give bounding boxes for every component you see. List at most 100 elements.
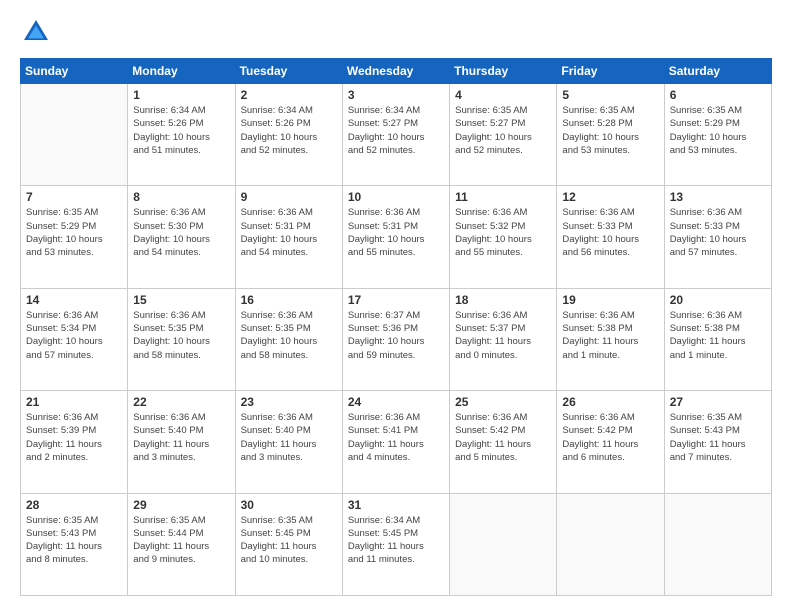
day-number: 19 <box>562 293 658 307</box>
day-number: 14 <box>26 293 122 307</box>
header-cell-sunday: Sunday <box>21 59 128 84</box>
day-info: Sunrise: 6:36 AM Sunset: 5:40 PM Dayligh… <box>241 411 337 464</box>
calendar-cell <box>664 493 771 595</box>
day-info: Sunrise: 6:34 AM Sunset: 5:45 PM Dayligh… <box>348 514 444 567</box>
calendar-cell <box>450 493 557 595</box>
logo <box>20 16 56 48</box>
calendar-cell: 5 Sunrise: 6:35 AM Sunset: 5:28 PM Daylig… <box>557 84 664 186</box>
calendar-cell: 10 Sunrise: 6:36 AM Sunset: 5:31 PM Dayli… <box>342 186 449 288</box>
calendar-cell: 13 Sunrise: 6:36 AM Sunset: 5:33 PM Dayli… <box>664 186 771 288</box>
header-cell-saturday: Saturday <box>664 59 771 84</box>
day-number: 2 <box>241 88 337 102</box>
week-row-4: 21 Sunrise: 6:36 AM Sunset: 5:39 PM Dayli… <box>21 391 772 493</box>
day-number: 9 <box>241 190 337 204</box>
day-info: Sunrise: 6:36 AM Sunset: 5:42 PM Dayligh… <box>455 411 551 464</box>
day-number: 26 <box>562 395 658 409</box>
calendar-cell: 15Sunrise: 6:36 AM Sunset: 5:35 PM Dayli… <box>128 288 235 390</box>
calendar: SundayMondayTuesdayWednesdayThursdayFrid… <box>20 58 772 596</box>
day-number: 20 <box>670 293 766 307</box>
day-info: Sunrise: 6:36 AM Sunset: 5:32 PM Dayligh… <box>455 206 551 259</box>
week-row-1: 1Sunrise: 6:34 AM Sunset: 5:26 PM Daylig… <box>21 84 772 186</box>
day-number: 30 <box>241 498 337 512</box>
header <box>20 16 772 48</box>
day-info: Sunrise: 6:37 AM Sunset: 5:36 PM Dayligh… <box>348 309 444 362</box>
day-info: Sunrise: 6:36 AM Sunset: 5:42 PM Dayligh… <box>562 411 658 464</box>
calendar-cell: 2Sunrise: 6:34 AM Sunset: 5:26 PM Daylig… <box>235 84 342 186</box>
day-number: 12 <box>562 190 658 204</box>
day-info: Sunrise: 6:36 AM Sunset: 5:31 PM Dayligh… <box>348 206 444 259</box>
calendar-cell: 21 Sunrise: 6:36 AM Sunset: 5:39 PM Dayli… <box>21 391 128 493</box>
day-info: Sunrise: 6:36 AM Sunset: 5:38 PM Dayligh… <box>670 309 766 362</box>
day-info: Sunrise: 6:35 AM Sunset: 5:43 PM Dayligh… <box>670 411 766 464</box>
calendar-cell: 30 Sunrise: 6:35 AM Sunset: 5:45 PM Dayli… <box>235 493 342 595</box>
page: SundayMondayTuesdayWednesdayThursdayFrid… <box>0 0 792 612</box>
day-number: 27 <box>670 395 766 409</box>
day-info: Sunrise: 6:36 AM Sunset: 5:41 PM Dayligh… <box>348 411 444 464</box>
calendar-cell: 1Sunrise: 6:34 AM Sunset: 5:26 PM Daylig… <box>128 84 235 186</box>
calendar-cell: 19 Sunrise: 6:36 AM Sunset: 5:38 PM Dayli… <box>557 288 664 390</box>
day-number: 29 <box>133 498 229 512</box>
day-info: Sunrise: 6:36 AM Sunset: 5:33 PM Dayligh… <box>670 206 766 259</box>
header-cell-monday: Monday <box>128 59 235 84</box>
header-cell-thursday: Thursday <box>450 59 557 84</box>
day-number: 23 <box>241 395 337 409</box>
calendar-cell: 24Sunrise: 6:36 AM Sunset: 5:41 PM Dayli… <box>342 391 449 493</box>
calendar-cell: 7 Sunrise: 6:35 AM Sunset: 5:29 PM Daylig… <box>21 186 128 288</box>
calendar-cell: 29 Sunrise: 6:35 AM Sunset: 5:44 PM Dayli… <box>128 493 235 595</box>
calendar-cell: 17 Sunrise: 6:37 AM Sunset: 5:36 PM Dayli… <box>342 288 449 390</box>
header-cell-friday: Friday <box>557 59 664 84</box>
day-info: Sunrise: 6:36 AM Sunset: 5:40 PM Dayligh… <box>133 411 229 464</box>
calendar-cell: 31 Sunrise: 6:34 AM Sunset: 5:45 PM Dayli… <box>342 493 449 595</box>
day-number: 1 <box>133 88 229 102</box>
day-number: 4 <box>455 88 551 102</box>
header-row: SundayMondayTuesdayWednesdayThursdayFrid… <box>21 59 772 84</box>
day-number: 6 <box>670 88 766 102</box>
week-row-5: 28Sunrise: 6:35 AM Sunset: 5:43 PM Dayli… <box>21 493 772 595</box>
week-row-3: 14Sunrise: 6:36 AM Sunset: 5:34 PM Dayli… <box>21 288 772 390</box>
day-info: Sunrise: 6:35 AM Sunset: 5:27 PM Dayligh… <box>455 104 551 157</box>
day-info: Sunrise: 6:35 AM Sunset: 5:45 PM Dayligh… <box>241 514 337 567</box>
day-info: Sunrise: 6:36 AM Sunset: 5:38 PM Dayligh… <box>562 309 658 362</box>
day-info: Sunrise: 6:34 AM Sunset: 5:27 PM Dayligh… <box>348 104 444 157</box>
day-number: 25 <box>455 395 551 409</box>
day-info: Sunrise: 6:36 AM Sunset: 5:33 PM Dayligh… <box>562 206 658 259</box>
day-number: 10 <box>348 190 444 204</box>
day-number: 15 <box>133 293 229 307</box>
day-number: 17 <box>348 293 444 307</box>
calendar-cell: 27 Sunrise: 6:35 AM Sunset: 5:43 PM Dayli… <box>664 391 771 493</box>
calendar-cell: 20 Sunrise: 6:36 AM Sunset: 5:38 PM Dayli… <box>664 288 771 390</box>
day-number: 28 <box>26 498 122 512</box>
day-number: 8 <box>133 190 229 204</box>
day-number: 3 <box>348 88 444 102</box>
calendar-cell: 25 Sunrise: 6:36 AM Sunset: 5:42 PM Dayli… <box>450 391 557 493</box>
day-number: 11 <box>455 190 551 204</box>
calendar-cell <box>557 493 664 595</box>
day-number: 13 <box>670 190 766 204</box>
day-info: Sunrise: 6:36 AM Sunset: 5:37 PM Dayligh… <box>455 309 551 362</box>
calendar-cell: 12 Sunrise: 6:36 AM Sunset: 5:33 PM Dayli… <box>557 186 664 288</box>
day-number: 5 <box>562 88 658 102</box>
day-number: 16 <box>241 293 337 307</box>
day-info: Sunrise: 6:35 AM Sunset: 5:29 PM Dayligh… <box>26 206 122 259</box>
day-info: Sunrise: 6:35 AM Sunset: 5:44 PM Dayligh… <box>133 514 229 567</box>
day-info: Sunrise: 6:36 AM Sunset: 5:39 PM Dayligh… <box>26 411 122 464</box>
logo-icon <box>20 16 52 48</box>
day-number: 7 <box>26 190 122 204</box>
day-number: 31 <box>348 498 444 512</box>
day-number: 18 <box>455 293 551 307</box>
calendar-cell: 8 Sunrise: 6:36 AM Sunset: 5:30 PM Daylig… <box>128 186 235 288</box>
day-info: Sunrise: 6:36 AM Sunset: 5:31 PM Dayligh… <box>241 206 337 259</box>
calendar-cell: 16 Sunrise: 6:36 AM Sunset: 5:35 PM Dayli… <box>235 288 342 390</box>
day-info: Sunrise: 6:36 AM Sunset: 5:35 PM Dayligh… <box>241 309 337 362</box>
day-info: Sunrise: 6:35 AM Sunset: 5:29 PM Dayligh… <box>670 104 766 157</box>
header-cell-wednesday: Wednesday <box>342 59 449 84</box>
calendar-cell: 26 Sunrise: 6:36 AM Sunset: 5:42 PM Dayli… <box>557 391 664 493</box>
day-number: 21 <box>26 395 122 409</box>
calendar-cell: 14Sunrise: 6:36 AM Sunset: 5:34 PM Dayli… <box>21 288 128 390</box>
day-info: Sunrise: 6:36 AM Sunset: 5:30 PM Dayligh… <box>133 206 229 259</box>
calendar-cell: 11 Sunrise: 6:36 AM Sunset: 5:32 PM Dayli… <box>450 186 557 288</box>
week-row-2: 7 Sunrise: 6:35 AM Sunset: 5:29 PM Daylig… <box>21 186 772 288</box>
calendar-cell <box>21 84 128 186</box>
day-info: Sunrise: 6:35 AM Sunset: 5:28 PM Dayligh… <box>562 104 658 157</box>
calendar-cell: 22Sunrise: 6:36 AM Sunset: 5:40 PM Dayli… <box>128 391 235 493</box>
